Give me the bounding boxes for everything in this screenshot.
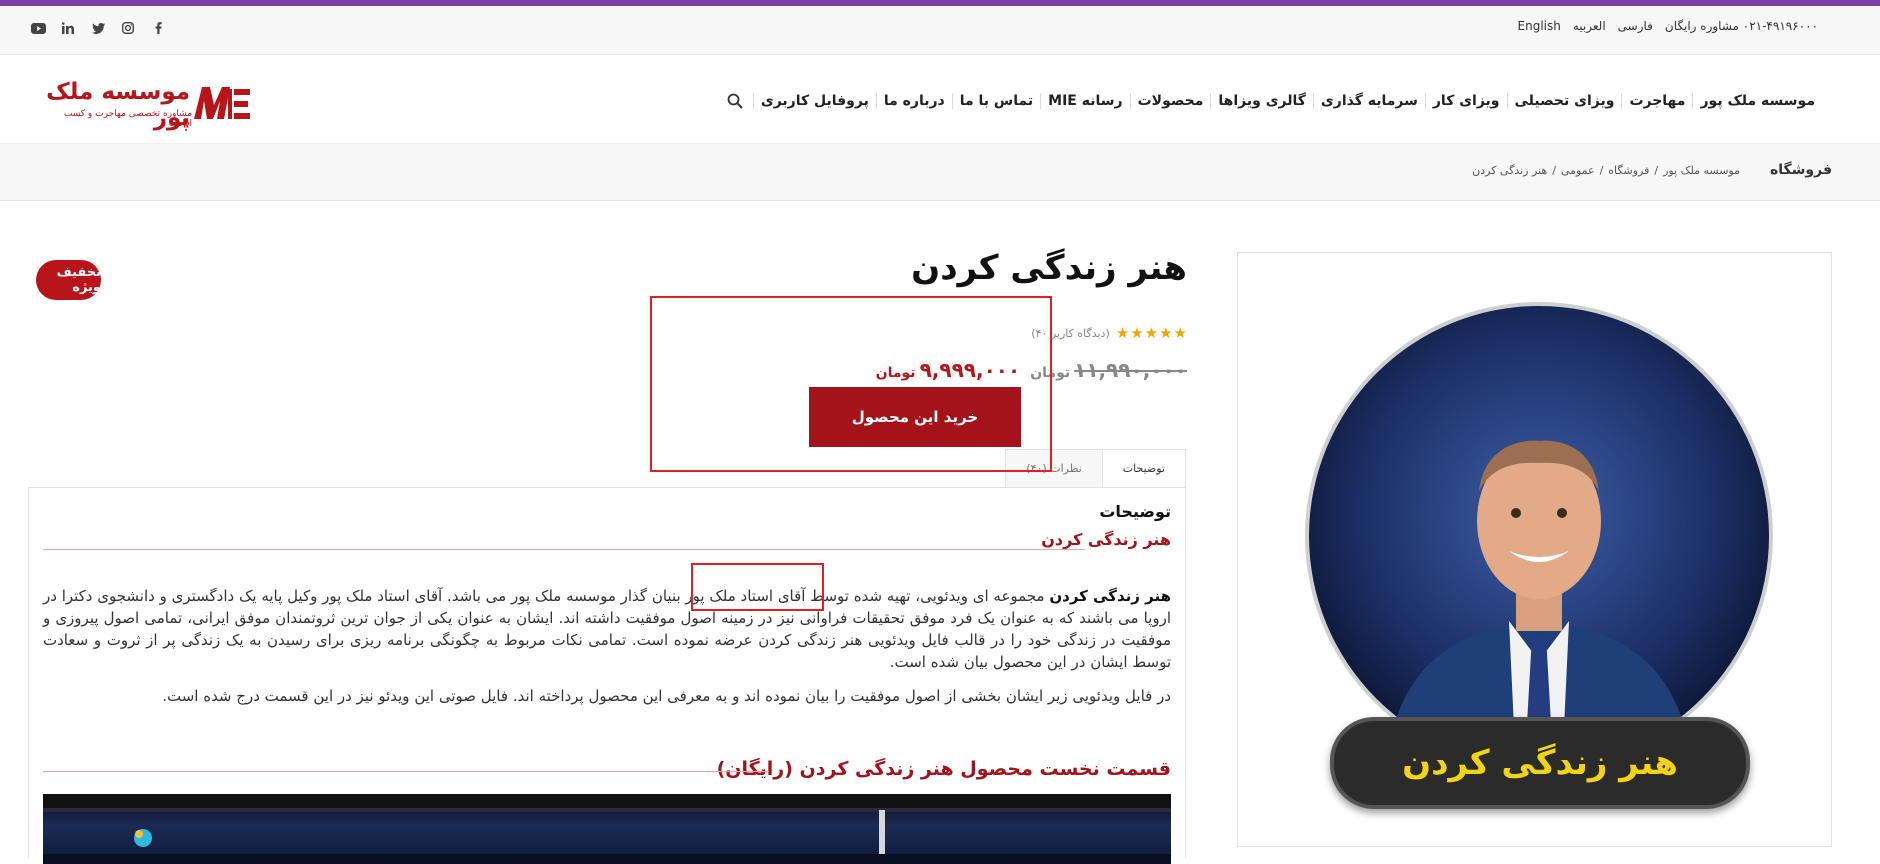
youtube-icon[interactable]	[30, 20, 46, 36]
breadcrumb-bar: فروشگاه موسسه ملک پور / فروشگاه / عمومی …	[0, 144, 1880, 201]
nav-item-investment[interactable]: سرمایه گذاری	[1312, 93, 1425, 109]
divider	[43, 549, 1085, 550]
nav-item-visa-gallery[interactable]: گالری ویزاها	[1210, 93, 1313, 109]
site-logo[interactable]: موسسه ملک پور مشاوره تخصصی مهاجرت و کسب …	[42, 79, 252, 131]
video-section-title: قسمت نخست محصول هنر زندگی کردن (رایگان)	[716, 758, 1171, 780]
star-icon: ★	[1159, 324, 1173, 342]
breadcrumb-item-current: هنر زندگی کردن	[1472, 164, 1548, 177]
product-rating: ★ ★ ★ ★ ★ (دیدگاه کاربر ۴۰)	[1031, 324, 1187, 342]
product-portrait-image	[1305, 302, 1773, 770]
nav-item-immigration[interactable]: مهاجرت	[1621, 93, 1692, 109]
description-paragraph-2: در فایل ویدئویی زیر ایشان بخشی از اصول م…	[162, 687, 1171, 705]
new-price-currency: تومان	[875, 365, 916, 381]
star-icon: ★	[1144, 324, 1159, 342]
old-price-value: ۱۱,۹۹۰,۰۰۰	[1074, 358, 1187, 382]
nav-item-malekpour[interactable]: موسسه ملک پور	[1692, 93, 1822, 109]
description-paragraph: هنر زندگی کردن مجموعه ای ویدئویی، تهیه ش…	[43, 585, 1171, 673]
review-count-link[interactable]: (دیدگاه کاربر ۴۰)	[1031, 327, 1110, 340]
buy-product-button[interactable]: خرید این محصول	[809, 387, 1021, 447]
social-links	[30, 20, 166, 36]
paragraph-body: مجموعه ای ویدئویی، تهیه شده توسط آقای اس…	[43, 587, 1171, 671]
breadcrumb-separator: /	[1654, 164, 1659, 177]
description-subheading: هنر زندگی کردن	[1041, 530, 1171, 549]
nav-item-work-visa[interactable]: ویزای کار	[1424, 93, 1507, 109]
tab-reviews[interactable]: نظرات (۴۰)	[1005, 449, 1102, 489]
nav-item-about[interactable]: درباره ما	[875, 93, 952, 109]
phone-consult-link[interactable]: ۰۲۱-۴۹۱۹۶۰۰۰ مشاوره رایگان	[1665, 19, 1818, 33]
twitter-icon[interactable]	[90, 20, 106, 36]
product-image-banner: هنر زندگی کردن	[1330, 717, 1750, 809]
facebook-icon[interactable]	[150, 20, 166, 36]
divider	[43, 771, 769, 772]
product-title: هنر زندگی کردن	[911, 248, 1187, 288]
old-price-currency: تومان	[1030, 365, 1071, 381]
star-icon: ★	[1115, 324, 1130, 342]
breadcrumb-separator: /	[1552, 164, 1556, 177]
lang-farsi-link[interactable]: فارسی	[1618, 19, 1653, 33]
product-image[interactable]: هنر زندگی کردن	[1237, 252, 1832, 847]
new-price-value: ۹,۹۹۹,۰۰۰	[919, 358, 1021, 382]
product-tabs: توضیحات نظرات (۴۰)	[1005, 449, 1186, 489]
nav-item-contact[interactable]: تماس با ما	[951, 93, 1040, 109]
old-price: ۱۱,۹۹۰,۰۰۰تومان	[1030, 358, 1187, 382]
breadcrumb-separator: /	[1599, 164, 1604, 177]
star-icon: ★	[1130, 324, 1144, 342]
mie-logo-icon	[194, 87, 250, 119]
video-player[interactable]	[43, 794, 1171, 864]
logo-tagline: مشاوره تخصصی مهاجرت و کسب اقامت	[63, 109, 192, 129]
lang-english-link[interactable]: English	[1518, 19, 1561, 33]
rating-stars: ★ ★ ★ ★ ★	[1116, 324, 1187, 342]
description-panel: توضیحات هنر زندگی کردن هنر زندگی کردن مج…	[28, 487, 1186, 864]
new-price: ۹,۹۹۹,۰۰۰تومان	[876, 358, 1021, 382]
breadcrumb: موسسه ملک پور / فروشگاه / عمومی / هنر زن…	[1472, 164, 1740, 177]
top-links: ۰۲۱-۴۹۱۹۶۰۰۰ مشاوره رایگان فارسی العربیه…	[1518, 19, 1818, 33]
page-title: فروشگاه	[1769, 162, 1832, 178]
site-header: موسسه ملک پور مشاوره تخصصی مهاجرت و کسب …	[0, 55, 1880, 144]
linkedin-icon[interactable]	[60, 20, 76, 36]
breadcrumb-item-general[interactable]: عمومی	[1561, 164, 1595, 177]
paragraph-lead: هنر زندگی کردن	[1049, 587, 1171, 605]
discount-badge: تخفیف ویژه	[36, 260, 101, 300]
instagram-icon[interactable]	[120, 20, 136, 36]
star-icon: ★	[1173, 324, 1187, 342]
breadcrumb-item-shop[interactable]: فروشگاه	[1608, 164, 1649, 177]
top-bar: ۰۲۱-۴۹۱۹۶۰۰۰ مشاوره رایگان فارسی العربیه…	[0, 6, 1880, 55]
product-price: ۱۱,۹۹۰,۰۰۰تومان ۹,۹۹۹,۰۰۰تومان	[876, 358, 1187, 382]
nav-item-media[interactable]: رسانه MIE	[1040, 93, 1129, 109]
nav-item-student-visa[interactable]: ویزای تحصیلی	[1506, 93, 1622, 109]
search-icon[interactable]	[727, 93, 743, 109]
nav-item-profile[interactable]: پروفایل کاربری	[752, 93, 876, 109]
description-heading: توضیحات	[1099, 502, 1171, 521]
video-thumbnail	[43, 794, 1171, 864]
main-nav: موسسه ملک پور مهاجرت ویزای تحصیلی ویزای …	[727, 93, 1822, 109]
nav-item-products[interactable]: محصولات	[1129, 93, 1211, 109]
tab-description[interactable]: توضیحات	[1101, 449, 1186, 489]
breadcrumb-item-home[interactable]: موسسه ملک پور	[1663, 164, 1740, 177]
lang-arabic-link[interactable]: العربیه	[1573, 19, 1606, 33]
